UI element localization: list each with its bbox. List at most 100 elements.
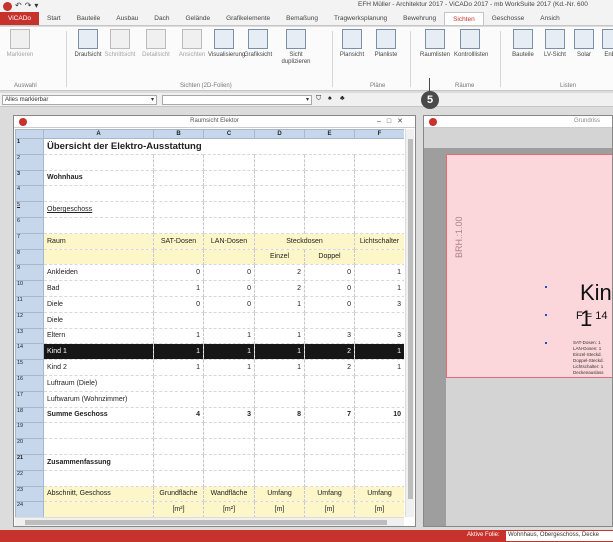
table-cell[interactable] bbox=[203, 438, 255, 455]
window-controls[interactable]: –□✕ bbox=[377, 117, 409, 125]
table-cell[interactable]: 1 bbox=[254, 343, 305, 361]
table-cell[interactable] bbox=[254, 201, 305, 218]
table-cell[interactable] bbox=[304, 201, 355, 218]
row-number[interactable]: 12 bbox=[15, 311, 44, 329]
ribbon-button-4[interactable]: Ansichten bbox=[176, 29, 208, 59]
table-cell[interactable] bbox=[43, 422, 154, 440]
row-number[interactable]: 4 bbox=[15, 185, 44, 203]
row-number[interactable]: 7 bbox=[15, 232, 44, 250]
table-cell[interactable] bbox=[254, 391, 305, 408]
table-row[interactable]: 14 Kind 111121 bbox=[15, 343, 404, 361]
table-row[interactable]: 17 Luftwarum (Wohnzimmer) bbox=[15, 390, 404, 408]
ribbon-button-10[interactable]: Raumlisten bbox=[419, 29, 451, 59]
table-cell[interactable]: 8 bbox=[254, 407, 305, 424]
table-cell[interactable]: Luftwarum (Wohnzimmer) bbox=[43, 391, 154, 408]
table-cell[interactable]: [m] bbox=[354, 501, 404, 517]
table-cell[interactable] bbox=[354, 185, 404, 203]
spreadsheet[interactable]: A B C D E F 1 Übersicht der Elektro-Ausstattung… bbox=[15, 129, 404, 517]
table-cell[interactable] bbox=[304, 454, 355, 471]
table-cell[interactable] bbox=[203, 249, 255, 266]
table-cell[interactable]: 0 bbox=[153, 264, 204, 282]
scroll-thumb[interactable] bbox=[408, 139, 413, 499]
table-cell[interactable]: 7 bbox=[304, 407, 355, 424]
table-cell[interactable] bbox=[43, 470, 154, 487]
table-row[interactable]: 3 Wohnhaus bbox=[15, 169, 404, 187]
table-row[interactable]: 20 bbox=[15, 438, 404, 455]
table-cell[interactable]: Obergeschoss bbox=[43, 201, 154, 218]
table-cell[interactable]: 2 bbox=[254, 264, 305, 282]
table-cell[interactable] bbox=[354, 312, 404, 329]
table-cell[interactable] bbox=[203, 312, 255, 329]
table-cell[interactable]: 0 bbox=[203, 280, 255, 297]
table-row[interactable]: 8 Einzel Doppel bbox=[15, 248, 404, 266]
table-row[interactable]: 12 Diele bbox=[15, 311, 404, 329]
table-cell[interactable] bbox=[304, 312, 355, 329]
table-cell[interactable] bbox=[354, 470, 404, 487]
table-cell[interactable]: 0 bbox=[203, 264, 255, 282]
table-cell[interactable]: Eltern bbox=[43, 328, 154, 345]
ribbon-button-1[interactable]: Draufsicht bbox=[72, 29, 104, 59]
table-cell[interactable]: 0 bbox=[304, 264, 355, 282]
row-number[interactable]: 24 bbox=[15, 501, 44, 517]
table-cell[interactable]: Raum bbox=[43, 233, 154, 250]
table-cell[interactable]: Wandfläche bbox=[203, 486, 255, 503]
table-cell[interactable] bbox=[203, 454, 255, 471]
table-cell[interactable] bbox=[254, 170, 305, 187]
table-cell[interactable] bbox=[354, 217, 404, 234]
table-cell[interactable] bbox=[203, 391, 255, 408]
tab-grafikelemente[interactable]: Grafikelemente bbox=[218, 12, 278, 25]
ribbon-button-0[interactable]: Markieren bbox=[4, 29, 36, 59]
row-number[interactable]: 22 bbox=[15, 469, 44, 487]
row-number[interactable]: 8 bbox=[15, 248, 44, 266]
table-cell[interactable] bbox=[203, 170, 255, 187]
column-header[interactable]: D bbox=[254, 129, 305, 139]
table-cell[interactable]: Diele bbox=[43, 312, 154, 329]
table-cell[interactable]: 10 bbox=[354, 407, 404, 424]
row-number[interactable]: 5 bbox=[15, 201, 44, 218]
floor-plan-canvas[interactable]: BRH.:1.00 Kind 1 F = 14 SAT-Dosen: 1LAN-… bbox=[424, 128, 612, 526]
table-row[interactable]: 1 Übersicht der Elektro-Ausstattung bbox=[15, 138, 404, 155]
table-cell[interactable] bbox=[153, 391, 204, 408]
table-row[interactable]: 13 Eltern 1 1 1 3 3 bbox=[15, 327, 404, 345]
table-cell[interactable] bbox=[254, 375, 305, 392]
table-cell[interactable] bbox=[203, 185, 255, 203]
table-row[interactable]: 9 Ankleiden 0 0 2 0 1 bbox=[15, 264, 404, 282]
table-cell[interactable]: Kind 1 bbox=[43, 343, 154, 361]
table-cell[interactable]: Summe Geschoss bbox=[43, 407, 154, 424]
vertical-scrollbar[interactable] bbox=[405, 129, 414, 517]
table-cell[interactable]: 1 bbox=[354, 264, 404, 282]
table-cell[interactable]: [m²] bbox=[203, 501, 255, 517]
table-cell[interactable]: 0 bbox=[304, 280, 355, 297]
table-row[interactable]: 7 Raum SAT-Dosen LAN-Dosen Steckdosen Lichtsc… bbox=[15, 232, 404, 250]
table-cell[interactable] bbox=[153, 170, 204, 187]
tab-bemaßung[interactable]: Bemaßung bbox=[278, 12, 326, 25]
tab-gelände[interactable]: Gelände bbox=[177, 12, 218, 25]
table-cell[interactable]: Doppel bbox=[304, 249, 355, 266]
table-row[interactable]: 2 bbox=[15, 153, 404, 171]
layer-combo[interactable]: ▾ bbox=[162, 95, 312, 105]
table-row[interactable]: 23 Abschnitt, Geschoss Grundfläche Wandfläc… bbox=[15, 485, 404, 503]
column-header[interactable]: A bbox=[43, 129, 154, 139]
table-cell[interactable] bbox=[254, 217, 305, 234]
table-cell[interactable]: 0 bbox=[203, 296, 255, 313]
table-cell[interactable]: 0 bbox=[304, 296, 355, 313]
table-cell[interactable]: Luftraum (Diele) bbox=[43, 375, 154, 392]
table-cell[interactable] bbox=[203, 470, 255, 487]
table-cell[interactable]: 1 bbox=[153, 359, 204, 376]
table-row[interactable]: 22 bbox=[15, 469, 404, 487]
table-cell[interactable] bbox=[153, 454, 204, 471]
table-row[interactable]: 21 Zusammenfassung bbox=[15, 453, 404, 471]
row-number[interactable]: 6 bbox=[15, 216, 44, 234]
table-row[interactable]: 15 Kind 211121 bbox=[15, 359, 404, 376]
table-row[interactable]: 18 Summe Geschoss 4 3 8 7 10 bbox=[15, 406, 404, 424]
table-cell[interactable] bbox=[153, 154, 204, 171]
tab-start[interactable]: Start bbox=[39, 12, 69, 25]
table-cell[interactable] bbox=[43, 249, 154, 266]
ribbon-button-13[interactable]: LV-Sicht bbox=[539, 29, 571, 59]
active-layer-combo[interactable]: Wohnhaus, Obergeschoss, Decke bbox=[506, 531, 613, 541]
table-cell[interactable]: 2 bbox=[304, 359, 355, 376]
table-cell[interactable] bbox=[254, 438, 305, 455]
table-cell[interactable]: 3 bbox=[304, 328, 355, 345]
table-cell[interactable] bbox=[354, 154, 404, 171]
ribbon-button-6[interactable]: Grafiksicht bbox=[242, 29, 274, 59]
